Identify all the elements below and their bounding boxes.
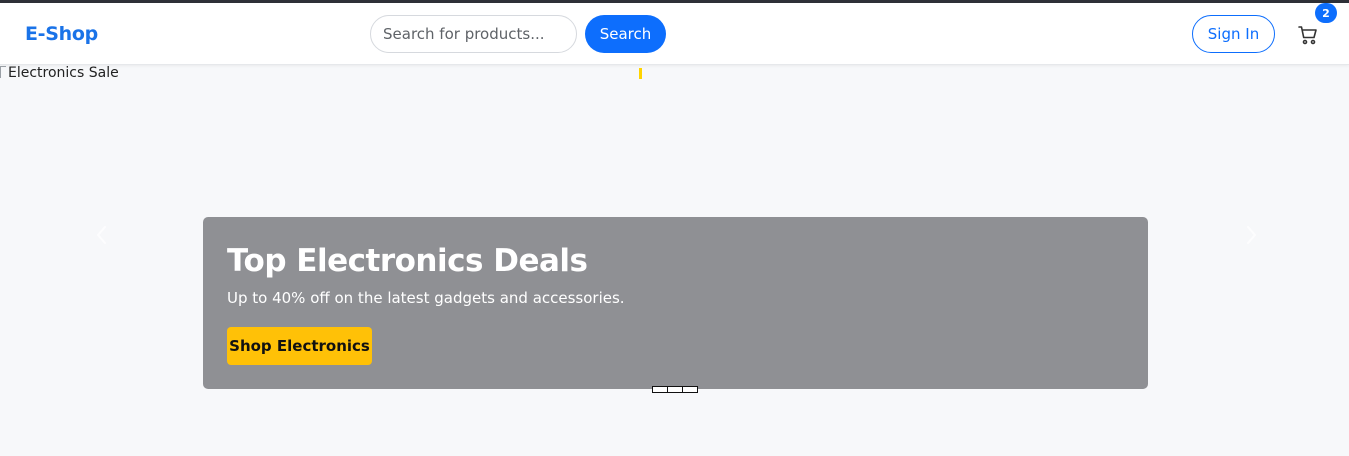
broken-image-icon xyxy=(0,66,6,78)
carousel-indicator-2[interactable] xyxy=(667,386,683,393)
carousel-next-button[interactable] xyxy=(1241,223,1261,247)
carousel-indicator-1[interactable] xyxy=(652,386,668,393)
carousel-progress-marker xyxy=(639,68,642,79)
hero-image-alt-text: Electronics Sale xyxy=(8,65,119,81)
search-button[interactable]: Search xyxy=(585,15,666,53)
carousel-indicator-3[interactable] xyxy=(682,386,698,393)
cart-count-badge: 2 xyxy=(1315,3,1337,23)
chevron-right-icon xyxy=(1247,226,1256,244)
chevron-left-icon xyxy=(97,226,106,244)
hero-caption: Top Electronics Deals Up to 40% off on t… xyxy=(203,217,1148,389)
sign-in-button[interactable]: Sign In xyxy=(1192,15,1275,53)
shop-electronics-button[interactable]: Shop Electronics xyxy=(227,327,372,365)
hero-subtitle: Up to 40% off on the latest gadgets and … xyxy=(227,289,625,307)
carousel-indicators xyxy=(652,386,698,393)
cart-icon[interactable] xyxy=(1296,23,1320,47)
hero-carousel: Electronics Sale Top Electronics Deals U… xyxy=(0,65,1349,456)
navbar: E-Shop Search Sign In 2 xyxy=(0,3,1349,65)
hero-image: Electronics Sale xyxy=(0,65,119,81)
brand-logo[interactable]: E-Shop xyxy=(25,23,98,45)
carousel-prev-button[interactable] xyxy=(92,223,112,247)
hero-title: Top Electronics Deals xyxy=(227,243,588,279)
search-input[interactable] xyxy=(370,15,577,53)
